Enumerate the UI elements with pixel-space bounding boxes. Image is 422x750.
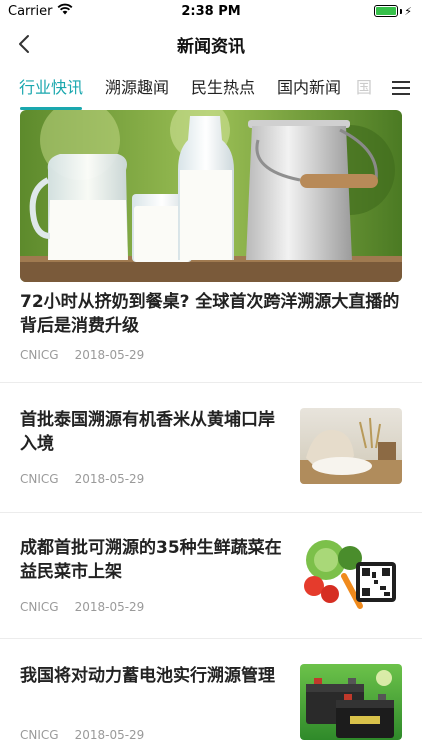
charging-icon: ⚡ — [404, 4, 412, 18]
article-source: CNICG — [20, 600, 59, 614]
article-date: 2018-05-29 — [74, 348, 145, 362]
article-date: 2018-05-29 — [74, 600, 145, 614]
tab-industry-news[interactable]: 行业快讯 — [8, 66, 94, 110]
navigation-bar: 新闻资讯 — [0, 22, 422, 66]
article-source: CNICG — [20, 348, 59, 362]
article-date: 2018-05-29 — [74, 472, 145, 486]
tabs-menu-button[interactable] — [380, 66, 422, 110]
tab-traceability-stories[interactable]: 溯源趣闻 — [94, 66, 180, 110]
vegetables-qr-image — [300, 536, 402, 612]
milk-jugs-image — [20, 110, 402, 282]
featured-article-title[interactable]: 72小时从挤奶到餐桌? 全球首次跨洋溯源大直播的背后是消费升级 — [20, 290, 402, 338]
tab-livelihood-hotspots[interactable]: 民生热点 — [180, 66, 266, 110]
carrier-label: Carrier — [8, 3, 53, 19]
status-left: Carrier — [8, 3, 73, 19]
featured-article[interactable]: 72小时从挤奶到餐桌? 全球首次跨洋溯源大直播的背后是消费升级 CNICG 20… — [0, 110, 422, 380]
rice-sack-image — [300, 408, 402, 484]
article-title[interactable]: 首批泰国溯源有机香米从黄埔口岸入境 — [20, 408, 282, 456]
article-meta: CNICG 2018-05-29 — [20, 728, 144, 742]
divider — [0, 382, 422, 383]
article-title[interactable]: 成都首批可溯源的35种生鲜蔬菜在益民菜市上架 — [20, 536, 282, 584]
article-meta: CNICG 2018-05-29 — [20, 472, 144, 486]
menu-icon — [392, 81, 410, 95]
list-item[interactable]: 首批泰国溯源有机香米从黄埔口岸入境 CNICG 2018-05-29 — [0, 386, 422, 513]
list-item[interactable]: 成都首批可溯源的35种生鲜蔬菜在益民菜市上架 CNICG 2018-05-29 — [0, 514, 422, 641]
tab-partial[interactable]: 国 — [352, 66, 382, 110]
chevron-left-icon — [19, 35, 29, 53]
tab-domestic-news[interactable]: 国内新闻 — [266, 66, 352, 110]
status-bar: Carrier 2:38 PM ⚡ — [0, 0, 422, 22]
back-button[interactable] — [8, 28, 40, 60]
battery-image — [300, 664, 402, 740]
article-source: CNICG — [20, 472, 59, 486]
article-meta: CNICG 2018-05-29 — [20, 600, 144, 614]
list-item[interactable]: 我国将对动力蓄电池实行溯源管理 CNICG 2018-05-29 — [0, 642, 422, 750]
page-title: 新闻资讯 — [177, 36, 245, 57]
divider — [0, 638, 422, 639]
wifi-icon — [57, 3, 73, 19]
battery-icon: ⚡ — [374, 5, 412, 17]
article-date: 2018-05-29 — [74, 728, 145, 742]
category-tabs: 行业快讯 溯源趣闻 民生热点 国内新闻 国 — [0, 66, 422, 110]
featured-article-meta: CNICG 2018-05-29 — [20, 348, 144, 362]
article-title[interactable]: 我国将对动力蓄电池实行溯源管理 — [20, 664, 282, 688]
battery-level — [376, 7, 397, 15]
article-source: CNICG — [20, 728, 59, 742]
divider — [0, 512, 422, 513]
